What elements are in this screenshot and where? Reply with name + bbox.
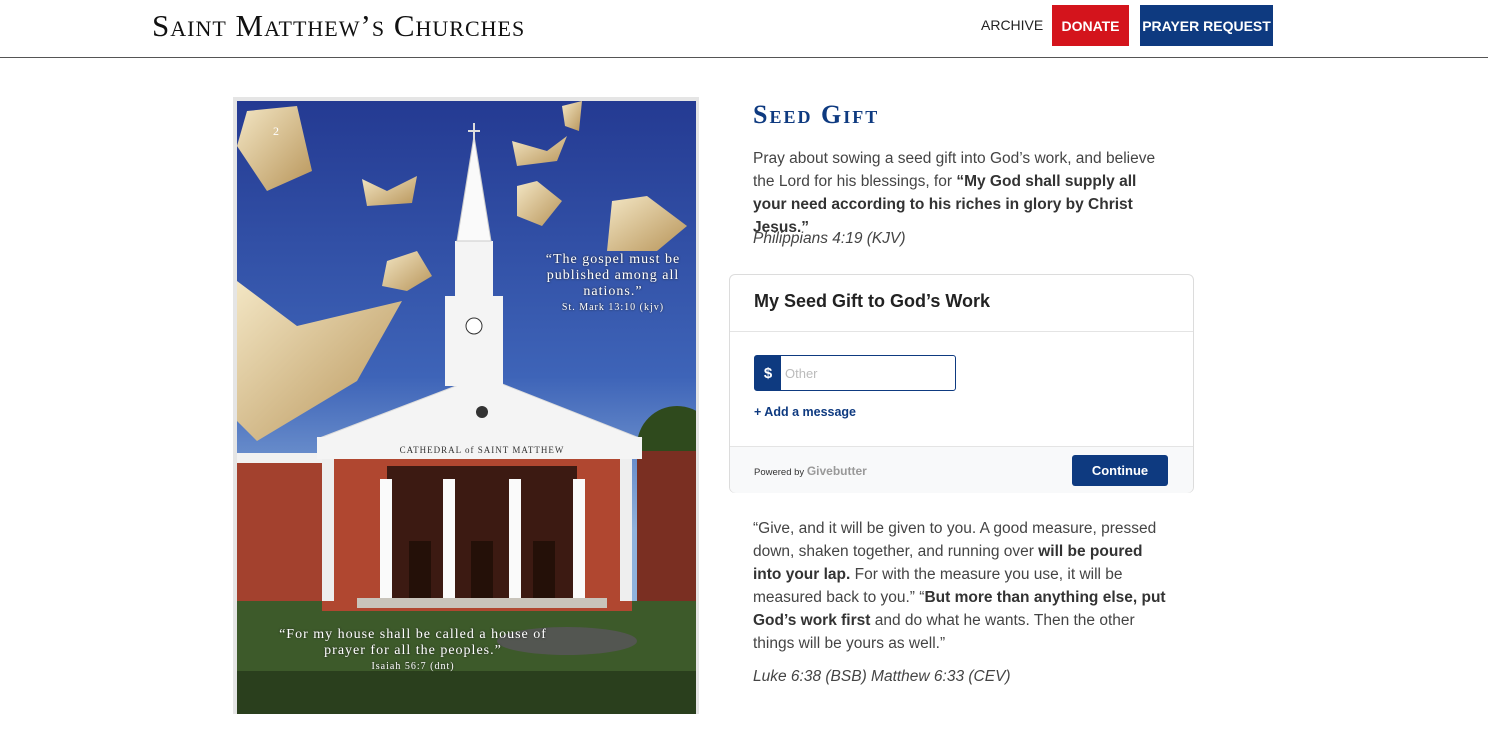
donation-widget: My Seed Gift to God’s Work $ + Add a mes… (729, 274, 1194, 493)
widget-footer: Powered by Givebutter Continue (730, 446, 1193, 493)
powered-by-label: Powered by (754, 467, 805, 478)
poster-quote-prayer: “For my house shall be called a house of… (273, 627, 553, 673)
widget-header: My Seed Gift to God’s Work (730, 275, 1193, 332)
site-logo[interactable]: Saint Matthew’s Churches (152, 8, 525, 44)
currency-symbol: $ (755, 356, 781, 390)
poster-quote-gospel-ref: St. Mark 13:10 (kjv) (561, 302, 665, 314)
powered-by: Powered by Givebutter (754, 464, 867, 478)
poster-quote-gospel: “The gospel must be published among all … (533, 252, 693, 314)
site-header: Saint Matthew’s Churches ARCHIVE DONATE … (0, 0, 1488, 58)
cathedral-illustration: 2 CATHEDRAL of SAINT MATTHEW (237, 101, 696, 714)
givebutter-logo[interactable]: Givebutter (807, 464, 867, 478)
nav-archive-link[interactable]: ARCHIVE (981, 17, 1043, 33)
poster-quote-prayer-text: “For my house shall be called a house of… (279, 627, 547, 659)
donate-button[interactable]: DONATE (1052, 5, 1129, 46)
cathedral-poster-image: 2 CATHEDRAL of SAINT MATTHEW “The gospel… (233, 97, 699, 714)
amount-field[interactable]: $ (754, 355, 956, 391)
svg-text:2: 2 (273, 124, 279, 138)
scripture-quote: “Give, and it will be given to you. A go… (753, 517, 1173, 655)
intro-paragraph: Pray about sowing a seed gift into God’s… (753, 147, 1173, 239)
page-title: Seed Gift (753, 100, 880, 129)
prayer-request-button[interactable]: PRAYER REQUEST (1140, 5, 1273, 46)
poster-quote-prayer-ref: Isaiah 56:7 (dnt) (371, 661, 455, 673)
amount-input[interactable] (783, 358, 947, 388)
widget-title: My Seed Gift to God’s Work (754, 291, 991, 311)
quote-citation: Luke 6:38 (BSB) Matthew 6:33 (CEV) (753, 668, 1011, 685)
building-sign-text: CATHEDRAL of SAINT MATTHEW (400, 445, 565, 455)
poster-quote-gospel-text: “The gospel must be published among all … (545, 252, 681, 300)
intro-citation: Philippians 4:19 (KJV) (753, 230, 906, 247)
add-message-link[interactable]: + Add a message (754, 405, 856, 419)
continue-button[interactable]: Continue (1072, 455, 1168, 486)
